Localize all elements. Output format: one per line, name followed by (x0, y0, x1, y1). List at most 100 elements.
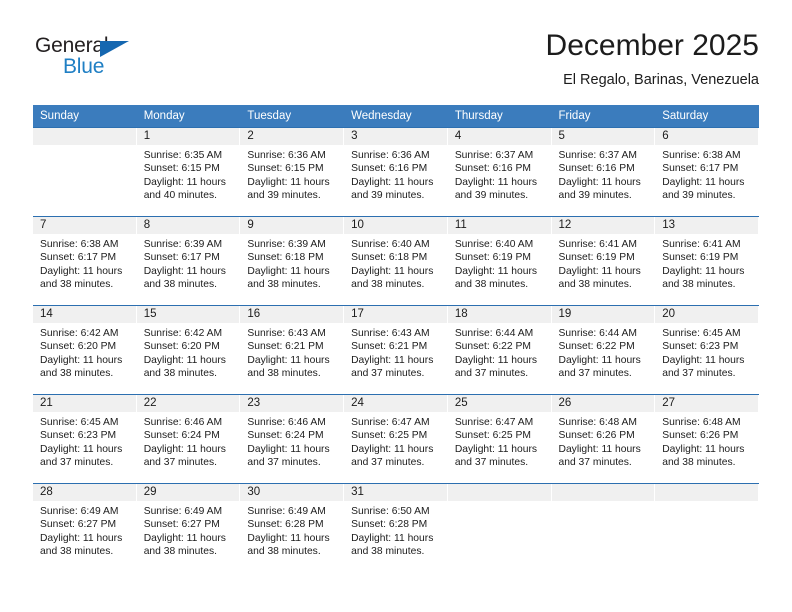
calendar-day-cell[interactable]: 26 Sunrise: 6:48 AM Sunset: 6:26 PM Dayligh… (551, 394, 656, 484)
calendar-day-cell[interactable]: 27 Sunrise: 6:48 AM Sunset: 6:26 PM Dayligh… (655, 394, 759, 484)
calendar-week-row: 1 Sunrise: 6:35 AM Sunset: 6:15 PM Daylight… (33, 127, 759, 217)
calendar-day-cell[interactable]: 2 Sunrise: 6:36 AM Sunset: 6:15 PM Daylight… (240, 127, 345, 217)
sunset-text: Sunset: 6:24 PM (143, 430, 220, 442)
sunset-text: Sunset: 6:15 PM (247, 163, 324, 175)
sunrise-text: Sunrise: 6:40 AM (351, 239, 430, 250)
daylight-text-line1: Daylight: 11 hours (143, 443, 226, 455)
calendar-day-cell[interactable]: 23 Sunrise: 6:46 AM Sunset: 6:24 PM Dayligh… (240, 394, 345, 484)
sunrise-text: Sunrise: 6:49 AM (143, 506, 223, 517)
calendar-day-cell[interactable]: 31 Sunrise: 6:50 AM Sunset: 6:28 PM Dayligh… (344, 483, 448, 572)
daylight-text-line2: and 37 minutes. (558, 456, 632, 468)
calendar-day-cell[interactable]: 5 Sunrise: 6:37 AM Sunset: 6:16 PM Daylight… (551, 127, 656, 217)
calendar-day-cell[interactable]: 14 Sunrise: 6:42 AM Sunset: 6:20 PM Dayligh… (33, 305, 137, 395)
daylight-text-line2: and 38 minutes. (143, 545, 217, 557)
calendar-day-cell[interactable]: 30 Sunrise: 6:49 AM Sunset: 6:28 PM Dayligh… (240, 483, 345, 572)
calendar-day-cell[interactable]: 1 Sunrise: 6:35 AM Sunset: 6:15 PM Daylight… (136, 127, 241, 217)
calendar-week-row: 14 Sunrise: 6:42 AM Sunset: 6:20 PM Dayligh… (33, 305, 759, 395)
sunset-text: Sunset: 6:17 PM (143, 252, 220, 264)
sunset-text: Sunset: 6:23 PM (40, 430, 117, 442)
daylight-text-line2: and 37 minutes. (351, 456, 425, 468)
daylight-text-line2: and 38 minutes. (662, 456, 736, 468)
sunrise-text: Sunrise: 6:49 AM (40, 506, 119, 517)
sunset-text: Sunset: 6:25 PM (454, 430, 531, 442)
daylight-text-line2: and 37 minutes. (454, 367, 529, 379)
day-number: 31 (344, 484, 448, 501)
calendar-day-cell[interactable]: 12 Sunrise: 6:41 AM Sunset: 6:19 PM Dayligh… (551, 216, 656, 306)
daylight-text-line2: and 38 minutes. (558, 278, 632, 290)
day-cell-body: Sunrise: 6:46 AM Sunset: 6:24 PM Daylight:… (240, 412, 344, 483)
sunset-text: Sunset: 6:27 PM (143, 519, 220, 531)
day-cell-body: Sunrise: 6:49 AM Sunset: 6:27 PM Daylight:… (137, 501, 241, 572)
page-subtitle: El Regalo, Barinas, Venezuela (563, 72, 759, 88)
daylight-text-line1: Daylight: 11 hours (247, 532, 330, 544)
day-number (447, 484, 552, 501)
daylight-text-line1: Daylight: 11 hours (351, 176, 434, 188)
day-cell-body: Sunrise: 6:38 AM Sunset: 6:17 PM Daylight:… (655, 145, 759, 216)
calendar-day-cell[interactable]: 24 Sunrise: 6:47 AM Sunset: 6:25 PM Dayligh… (344, 394, 448, 484)
day-cell-body: Sunrise: 6:50 AM Sunset: 6:28 PM Daylight:… (344, 501, 448, 572)
calendar-body: 1 Sunrise: 6:35 AM Sunset: 6:15 PM Daylight… (33, 127, 759, 572)
day-cell-body: Sunrise: 6:41 AM Sunset: 6:19 PM Daylight:… (552, 234, 656, 305)
sunset-text: Sunset: 6:17 PM (40, 252, 117, 264)
daylight-text-line2: and 38 minutes. (40, 278, 114, 290)
calendar-day-cell[interactable]: 16 Sunrise: 6:43 AM Sunset: 6:21 PM Dayligh… (240, 305, 345, 395)
sunrise-text: Sunrise: 6:40 AM (454, 239, 534, 250)
daylight-text-line1: Daylight: 11 hours (558, 443, 641, 455)
sunset-text: Sunset: 6:22 PM (454, 341, 531, 353)
day-number: 7 (33, 217, 137, 234)
daylight-text-line1: Daylight: 11 hours (454, 265, 538, 277)
daylight-text-line1: Daylight: 11 hours (40, 354, 123, 366)
calendar-day-cell[interactable]: 9 Sunrise: 6:39 AM Sunset: 6:18 PM Daylight… (240, 216, 345, 306)
calendar-week-row: 7 Sunrise: 6:38 AM Sunset: 6:17 PM Daylight… (33, 216, 759, 306)
weekday-header-tuesday: Tuesday (240, 105, 345, 128)
calendar-day-cell[interactable]: 17 Sunrise: 6:43 AM Sunset: 6:21 PM Dayligh… (344, 305, 448, 395)
sunrise-text: Sunrise: 6:48 AM (558, 417, 637, 428)
day-cell-body: Sunrise: 6:42 AM Sunset: 6:20 PM Daylight:… (33, 323, 137, 394)
calendar-day-cell[interactable]: 3 Sunrise: 6:36 AM Sunset: 6:16 PM Daylight… (344, 127, 448, 217)
sunrise-text: Sunrise: 6:39 AM (143, 239, 223, 250)
sunset-text: Sunset: 6:18 PM (247, 252, 324, 264)
calendar-day-cell[interactable]: 6 Sunrise: 6:38 AM Sunset: 6:17 PM Daylight… (655, 127, 759, 217)
daylight-text-line1: Daylight: 11 hours (351, 443, 434, 455)
calendar-day-cell[interactable]: 28 Sunrise: 6:49 AM Sunset: 6:27 PM Dayligh… (33, 483, 137, 572)
day-number: 21 (33, 395, 137, 412)
calendar-day-cell[interactable]: 4 Sunrise: 6:37 AM Sunset: 6:16 PM Daylight… (447, 127, 552, 217)
daylight-text-line1: Daylight: 11 hours (143, 265, 226, 277)
daylight-text-line2: and 37 minutes. (247, 456, 321, 468)
daylight-text-line2: and 37 minutes. (662, 367, 736, 379)
daylight-text-line1: Daylight: 11 hours (558, 176, 641, 188)
day-number: 6 (655, 128, 759, 145)
sunrise-text: Sunrise: 6:44 AM (454, 328, 534, 339)
day-cell-body: Sunrise: 6:42 AM Sunset: 6:20 PM Daylight:… (137, 323, 241, 394)
daylight-text-line1: Daylight: 11 hours (351, 354, 434, 366)
daylight-text-line1: Daylight: 11 hours (351, 532, 434, 544)
sunrise-text: Sunrise: 6:37 AM (454, 150, 534, 161)
calendar-day-cell[interactable]: 11 Sunrise: 6:40 AM Sunset: 6:19 PM Dayligh… (447, 216, 552, 306)
calendar-header-row: Sunday Monday Tuesday Wednesday Thursday… (33, 105, 759, 128)
calendar-day-cell[interactable]: 18 Sunrise: 6:44 AM Sunset: 6:22 PM Dayligh… (447, 305, 552, 395)
calendar-day-cell[interactable]: 7 Sunrise: 6:38 AM Sunset: 6:17 PM Daylight… (33, 216, 137, 306)
calendar-day-cell[interactable]: 21 Sunrise: 6:45 AM Sunset: 6:23 PM Dayligh… (33, 394, 137, 484)
sunset-text: Sunset: 6:28 PM (351, 519, 428, 531)
day-number: 29 (136, 484, 241, 501)
day-number: 30 (240, 484, 345, 501)
calendar-day-cell[interactable]: 13 Sunrise: 6:41 AM Sunset: 6:19 PM Dayligh… (655, 216, 759, 306)
calendar-day-cell[interactable]: 29 Sunrise: 6:49 AM Sunset: 6:27 PM Dayligh… (136, 483, 241, 572)
calendar-day-cell[interactable]: 8 Sunrise: 6:39 AM Sunset: 6:17 PM Daylight… (136, 216, 241, 306)
calendar-day-cell[interactable]: 22 Sunrise: 6:46 AM Sunset: 6:24 PM Dayligh… (136, 394, 241, 484)
calendar-day-cell[interactable]: 20 Sunrise: 6:45 AM Sunset: 6:23 PM Dayligh… (655, 305, 759, 395)
general-blue-logo[interactable]: General Blue (33, 34, 233, 90)
calendar-day-cell[interactable]: 19 Sunrise: 6:44 AM Sunset: 6:22 PM Dayligh… (551, 305, 656, 395)
calendar-day-cell[interactable]: 15 Sunrise: 6:42 AM Sunset: 6:20 PM Dayligh… (136, 305, 241, 395)
sunset-text: Sunset: 6:16 PM (558, 163, 635, 175)
day-cell-body: Sunrise: 6:49 AM Sunset: 6:28 PM Daylight:… (240, 501, 344, 572)
day-cell-body: Sunrise: 6:41 AM Sunset: 6:19 PM Daylight:… (655, 234, 759, 305)
sunrise-text: Sunrise: 6:41 AM (558, 239, 637, 250)
calendar-day-cell[interactable]: 25 Sunrise: 6:47 AM Sunset: 6:25 PM Dayligh… (447, 394, 552, 484)
sunrise-text: Sunrise: 6:38 AM (40, 239, 119, 250)
sunrise-text: Sunrise: 6:41 AM (662, 239, 741, 250)
day-number: 10 (344, 217, 448, 234)
calendar-day-cell[interactable]: 10 Sunrise: 6:40 AM Sunset: 6:18 PM Dayligh… (344, 216, 448, 306)
day-cell-body: Sunrise: 6:37 AM Sunset: 6:16 PM Daylight:… (448, 145, 552, 216)
sunset-text: Sunset: 6:21 PM (247, 341, 324, 353)
